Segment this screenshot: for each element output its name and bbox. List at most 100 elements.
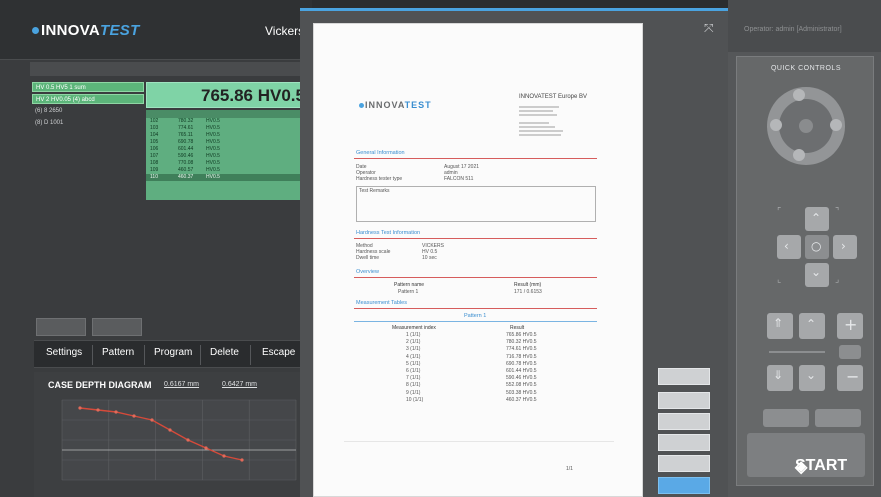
company-address <box>519 104 579 140</box>
stage-right-button[interactable]: › <box>833 235 857 259</box>
measurement-result: 690.78 HV0.5 <box>506 360 537 367</box>
aux-button[interactable] <box>763 409 809 427</box>
report-preview-dialog: ⤧ INNOVATEST INNOVATEST Europe BV Genera… <box>300 8 728 497</box>
table-row[interactable]: 104 765.11 HV0.5 <box>146 132 312 139</box>
data-point <box>186 438 190 442</box>
user-bar: Operator: admin [Administrator] <box>728 0 881 52</box>
data-point <box>168 428 172 432</box>
table-row[interactable]: 109 460.57 HV0.5 <box>146 167 312 174</box>
stage-center-button[interactable]: ○ <box>805 235 829 259</box>
remarks-label: Test Remarks <box>359 188 390 194</box>
plus-button[interactable]: + <box>837 313 863 339</box>
section-overview: Overview <box>356 269 379 275</box>
tester-value: FALCON 511 <box>444 176 474 182</box>
turret-position[interactable] <box>830 119 842 131</box>
stage-left-button[interactable]: ‹ <box>777 235 801 259</box>
dialog-button[interactable] <box>658 413 710 430</box>
data-point <box>78 406 82 410</box>
turret-position[interactable] <box>793 149 805 161</box>
overview-result: 171 / 0.6153 <box>514 289 542 295</box>
right-panel: Operator: admin [Administrator] QUICK CO… <box>728 0 881 497</box>
divider <box>354 308 597 309</box>
measurement-result: 503.38 HV0.5 <box>506 389 537 396</box>
action-buttons <box>36 318 312 336</box>
corner-icon: ⌜ <box>777 207 782 217</box>
expand-icon[interactable]: ⤧ <box>704 21 714 36</box>
table-row[interactable]: 110 460.37 HV0.5 <box>146 174 312 181</box>
z-down-button[interactable]: ⌄ <box>799 365 825 391</box>
measurement-index: 5 (1/1) <box>406 360 421 367</box>
z-up-button[interactable]: ⌃ <box>799 313 825 339</box>
start-button[interactable]: ◈ START <box>747 433 865 477</box>
overview-pattern: Pattern 1 <box>398 289 419 295</box>
quick-controls-panel: QUICK CONTROLS ⌜ ⌝ ⌞ ⌟ ⌃ ‹ ○ › ⌄ ⇑ ⌃ + ⇓… <box>736 56 874 486</box>
small-button[interactable] <box>839 345 861 359</box>
measurement-index: 6 (1/1) <box>406 368 421 374</box>
list-item[interactable]: HV 0.5 HV5 1 sum <box>32 82 144 92</box>
dialog-button[interactable] <box>658 455 710 472</box>
user-info: Operator: admin [Administrator] <box>744 26 842 33</box>
divider <box>354 277 597 278</box>
aux-button[interactable] <box>815 409 861 427</box>
data-point <box>150 418 154 422</box>
dialog-button[interactable] <box>658 392 710 409</box>
pattern-list: HV 0.5 HV5 1 sum HV 2 HV0.05 (4) abcd (6… <box>32 82 144 322</box>
measurement-index: 1 (1/1) <box>406 332 421 338</box>
z-fast-up-button[interactable]: ⇑ <box>767 313 793 339</box>
dwell-label: Dwell time <box>356 255 380 261</box>
table-row[interactable]: 103 774.61 HV0.5 <box>146 125 312 132</box>
turret-center[interactable] <box>799 119 813 133</box>
table-row[interactable]: 105 690.78 HV0.5 <box>146 139 312 146</box>
dialog-button[interactable] <box>658 434 710 451</box>
top-bar: INNOVATEST Vickers <box>0 0 312 60</box>
logo-dot-icon <box>359 103 364 108</box>
settings-button[interactable]: Settings <box>46 347 82 358</box>
table-header: Measurement index <box>392 325 436 331</box>
measurement-index: 10 (1/1) <box>406 396 424 403</box>
divider <box>200 345 201 365</box>
turret-position[interactable] <box>770 119 782 131</box>
confirm-button[interactable] <box>658 477 710 494</box>
delete-button[interactable]: Delete <box>210 347 239 358</box>
action-button[interactable] <box>36 318 86 336</box>
list-item[interactable]: (8) D 1001 <box>32 118 144 128</box>
logo-prefix: INNOVA <box>41 22 101 39</box>
page-number: 1/1 <box>566 466 573 472</box>
action-button[interactable] <box>92 318 142 336</box>
list-item[interactable]: HV 2 HV0.05 (4) abcd <box>32 94 144 104</box>
measurement-result: 601.44 HV0.5 <box>506 368 537 374</box>
z-fast-down-button[interactable]: ⇓ <box>767 365 793 391</box>
result-display: 765.86 HV0.5 <box>146 82 312 108</box>
start-label: START <box>795 457 848 474</box>
corner-icon: ⌟ <box>835 275 840 285</box>
data-point <box>204 446 208 450</box>
minus-button[interactable]: − <box>837 365 863 391</box>
dialog-button[interactable] <box>658 368 710 385</box>
measurement-index: 8 (1/1) <box>406 382 421 389</box>
pattern-button[interactable]: Pattern <box>102 347 134 358</box>
logo: INNOVATEST <box>32 22 140 39</box>
report-logo: INNOVATEST <box>359 100 432 110</box>
stage-down-button[interactable]: ⌄ <box>805 263 829 287</box>
turret-position[interactable] <box>793 89 805 101</box>
logo-suffix: TEST <box>100 22 140 39</box>
table-row[interactable]: 107 590.46 HV0.5 <box>146 153 312 160</box>
overview-header: Result (mm) <box>514 282 542 288</box>
divider <box>344 441 614 442</box>
corner-icon: ⌞ <box>777 275 782 285</box>
z-slider[interactable] <box>769 351 825 353</box>
divider <box>250 345 251 365</box>
menu-bar: Settings Pattern Program Delete Escape <box>34 340 312 368</box>
table-header <box>146 110 312 118</box>
logo-dot-icon <box>32 27 39 34</box>
table-row[interactable]: 108 770.08 HV0.5 <box>146 160 312 167</box>
remarks-box: Test Remarks <box>356 186 596 222</box>
table-row[interactable]: 106 601.44 HV0.5 <box>146 146 312 153</box>
list-item[interactable]: (6) 8 2650 <box>32 106 144 116</box>
program-button[interactable]: Program <box>154 347 192 358</box>
dwell-value: 10 sec <box>422 255 437 261</box>
divider <box>354 321 597 322</box>
table-row[interactable]: 102 780.32 HV0.5 <box>146 118 312 125</box>
escape-button[interactable]: Escape <box>262 347 295 358</box>
stage-up-button[interactable]: ⌃ <box>805 207 829 231</box>
